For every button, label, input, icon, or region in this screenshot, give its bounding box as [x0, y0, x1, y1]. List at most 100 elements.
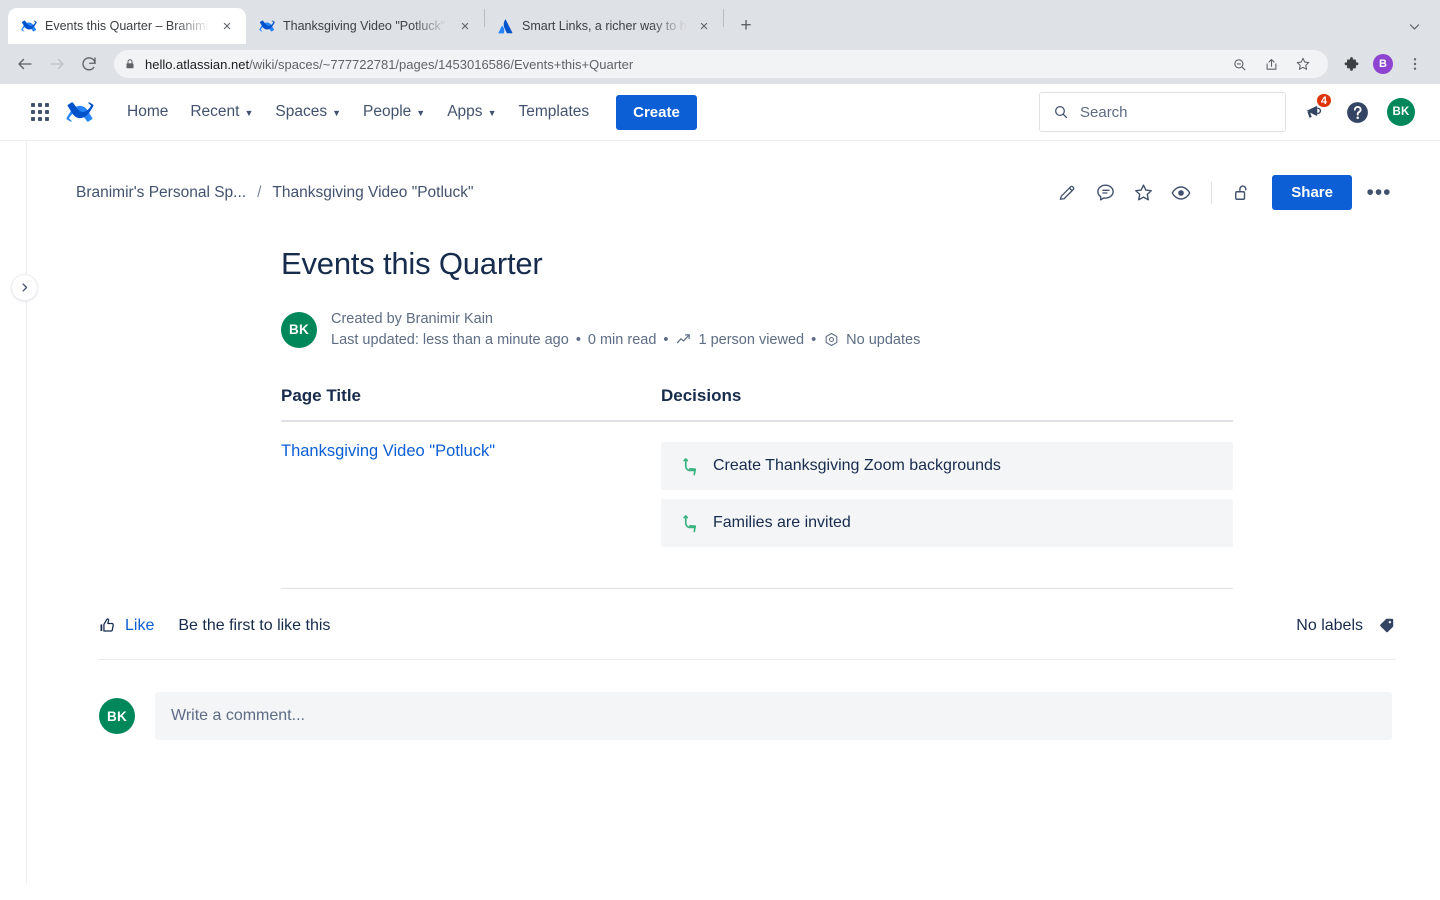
decision-item[interactable]: Create Thanksgiving Zoom backgrounds — [661, 442, 1233, 490]
back-arrow-icon[interactable] — [10, 49, 40, 79]
metadata-details: Last updated: less than a minute ago • 0… — [331, 331, 920, 348]
meta-dot: • — [811, 332, 816, 348]
more-actions-button[interactable]: ••• — [1362, 176, 1396, 210]
eye-watch-icon[interactable] — [1164, 176, 1198, 210]
chevron-down-icon: ▼ — [244, 108, 253, 118]
confluence-logo[interactable] — [62, 96, 98, 128]
decision-branch-icon — [681, 457, 700, 476]
sidebar-expand-button[interactable] — [11, 274, 38, 301]
breadcrumb-space[interactable]: Branimir's Personal Sp... — [76, 184, 246, 202]
meta-dot: • — [663, 332, 668, 348]
action-divider — [1211, 182, 1212, 204]
profile-avatar[interactable]: B — [1368, 49, 1398, 79]
nav-item-spaces[interactable]: Spaces ▼ — [264, 96, 352, 128]
address-bar[interactable]: hello.atlassian.net/wiki/spaces/~7777227… — [114, 50, 1328, 78]
nav-item-people[interactable]: People ▼ — [352, 96, 436, 128]
labels-text: No labels — [1296, 617, 1363, 635]
read-time-text: 0 min read — [588, 332, 657, 348]
browser-tab-title: Smart Links, a richer way to hy — [522, 19, 687, 33]
avatar[interactable]: BK — [281, 312, 317, 348]
breadcrumb-separator: / — [257, 184, 261, 202]
page-action-bar: Share ••• — [1050, 175, 1396, 210]
profile-initial: B — [1373, 54, 1393, 74]
star-icon[interactable] — [1126, 176, 1160, 210]
like-label: Like — [125, 617, 154, 635]
labels-group[interactable]: No labels — [1296, 616, 1396, 635]
decision-text: Create Thanksgiving Zoom backgrounds — [713, 457, 1001, 475]
global-nav-right: Search 4 BK — [1039, 92, 1418, 132]
confluence-app: Home Recent ▼ Spaces ▼ People ▼ Apps ▼ T… — [0, 84, 1440, 884]
nav-label: Recent — [190, 103, 239, 121]
last-updated-text: Last updated: less than a minute ago — [331, 332, 569, 348]
browser-tab-title: Thanksgiving Video "Potluck" — [283, 19, 448, 33]
tab-close-icon[interactable]: × — [218, 17, 236, 35]
browser-tab-1[interactable]: Events this Quarter – Branimir's P × — [8, 8, 246, 44]
page-properties-table: Page Title Decisions Thanksgiving Video … — [281, 386, 1233, 547]
footer-divider — [98, 659, 1396, 660]
page-footer-row: Like Be the first to like this No labels — [98, 589, 1396, 635]
browser-tabstrip: Events this Quarter – Branimir's P × Tha… — [0, 0, 1440, 44]
tag-icon[interactable] — [1377, 616, 1396, 635]
page-link[interactable]: Thanksgiving Video "Potluck" — [281, 442, 495, 460]
create-button[interactable]: Create — [616, 95, 697, 130]
search-icon — [1053, 104, 1069, 120]
chevron-down-icon[interactable] — [1400, 12, 1428, 40]
chevron-down-icon: ▼ — [488, 108, 497, 118]
unlock-icon[interactable] — [1225, 176, 1259, 210]
zoom-icon[interactable] — [1224, 49, 1254, 79]
url-path: /wiki/spaces/~777722781/pages/1453016586… — [249, 57, 633, 72]
nav-label: Apps — [447, 103, 482, 121]
pencil-edit-icon[interactable] — [1050, 176, 1084, 210]
page-content: Branimir's Personal Sp... / Thanksgiving… — [27, 141, 1440, 884]
decision-item[interactable]: Families are invited — [661, 499, 1233, 547]
metadata-text: Created by Branimir Kain Last updated: l… — [331, 311, 920, 348]
tab-close-icon[interactable]: × — [695, 17, 713, 35]
user-avatar-button[interactable]: BK — [1384, 95, 1418, 129]
viewers-text: 1 person viewed — [698, 332, 804, 348]
browser-tab-3[interactable]: Smart Links, a richer way to hy × — [485, 8, 723, 44]
nav-label: Home — [127, 103, 168, 121]
viewers-chunk[interactable]: 1 person viewed — [675, 331, 804, 348]
page-body: Events this Quarter BK Created by Branim… — [27, 246, 1440, 740]
notifications-button[interactable]: 4 — [1296, 95, 1330, 129]
help-question-icon[interactable] — [1340, 95, 1374, 129]
updates-chunk[interactable]: No updates — [823, 331, 920, 348]
browser-tab-2[interactable]: Thanksgiving Video "Potluck" × — [246, 8, 484, 44]
nav-item-recent[interactable]: Recent ▼ — [179, 96, 264, 128]
comment-input[interactable]: Write a comment... — [155, 692, 1392, 740]
extensions-puzzle-icon[interactable] — [1336, 49, 1366, 79]
nav-item-apps[interactable]: Apps ▼ — [436, 96, 507, 128]
share-icon[interactable] — [1256, 49, 1286, 79]
search-placeholder: Search — [1080, 104, 1128, 121]
chrome-menu-icon[interactable] — [1400, 49, 1430, 79]
atlassian-icon — [497, 18, 514, 35]
nav-item-home[interactable]: Home — [116, 96, 179, 128]
cell-decisions: Create Thanksgiving Zoom backgrounds Fam… — [661, 442, 1233, 547]
column-header-decisions: Decisions — [661, 386, 741, 406]
search-input[interactable]: Search — [1039, 92, 1286, 132]
browser-tab-title: Events this Quarter – Branimir's P — [45, 19, 210, 33]
nav-label: People — [363, 103, 411, 121]
breadcrumb-current[interactable]: Thanksgiving Video "Potluck" — [272, 184, 473, 202]
cell-page-title: Thanksgiving Video "Potluck" — [281, 442, 661, 547]
nav-item-templates[interactable]: Templates — [507, 96, 600, 128]
sidebar-collapsed-rail — [0, 141, 27, 884]
like-button[interactable]: Like — [98, 616, 154, 635]
reload-icon[interactable] — [74, 49, 104, 79]
tab-close-icon[interactable]: × — [456, 17, 474, 35]
share-button[interactable]: Share — [1272, 175, 1352, 210]
app-switcher-icon[interactable] — [24, 96, 56, 128]
column-header-page-title: Page Title — [281, 386, 661, 406]
bookmark-star-icon[interactable] — [1288, 49, 1318, 79]
chevron-down-icon: ▼ — [416, 108, 425, 118]
browser-toolbar: hello.atlassian.net/wiki/spaces/~7777227… — [0, 44, 1440, 84]
chevron-down-icon: ▼ — [332, 108, 341, 118]
comment-icon[interactable] — [1088, 176, 1122, 210]
table-header-row: Page Title Decisions — [281, 386, 1233, 422]
url-host: hello.atlassian.net — [145, 57, 249, 72]
new-tab-button[interactable]: + — [732, 12, 760, 40]
table-row: Thanksgiving Video "Potluck" Create Than… — [281, 422, 1233, 547]
grid-dots — [31, 103, 49, 121]
browser-chrome: Events this Quarter – Branimir's P × Tha… — [0, 0, 1440, 84]
comment-composer: BK Write a comment... — [99, 692, 1392, 740]
